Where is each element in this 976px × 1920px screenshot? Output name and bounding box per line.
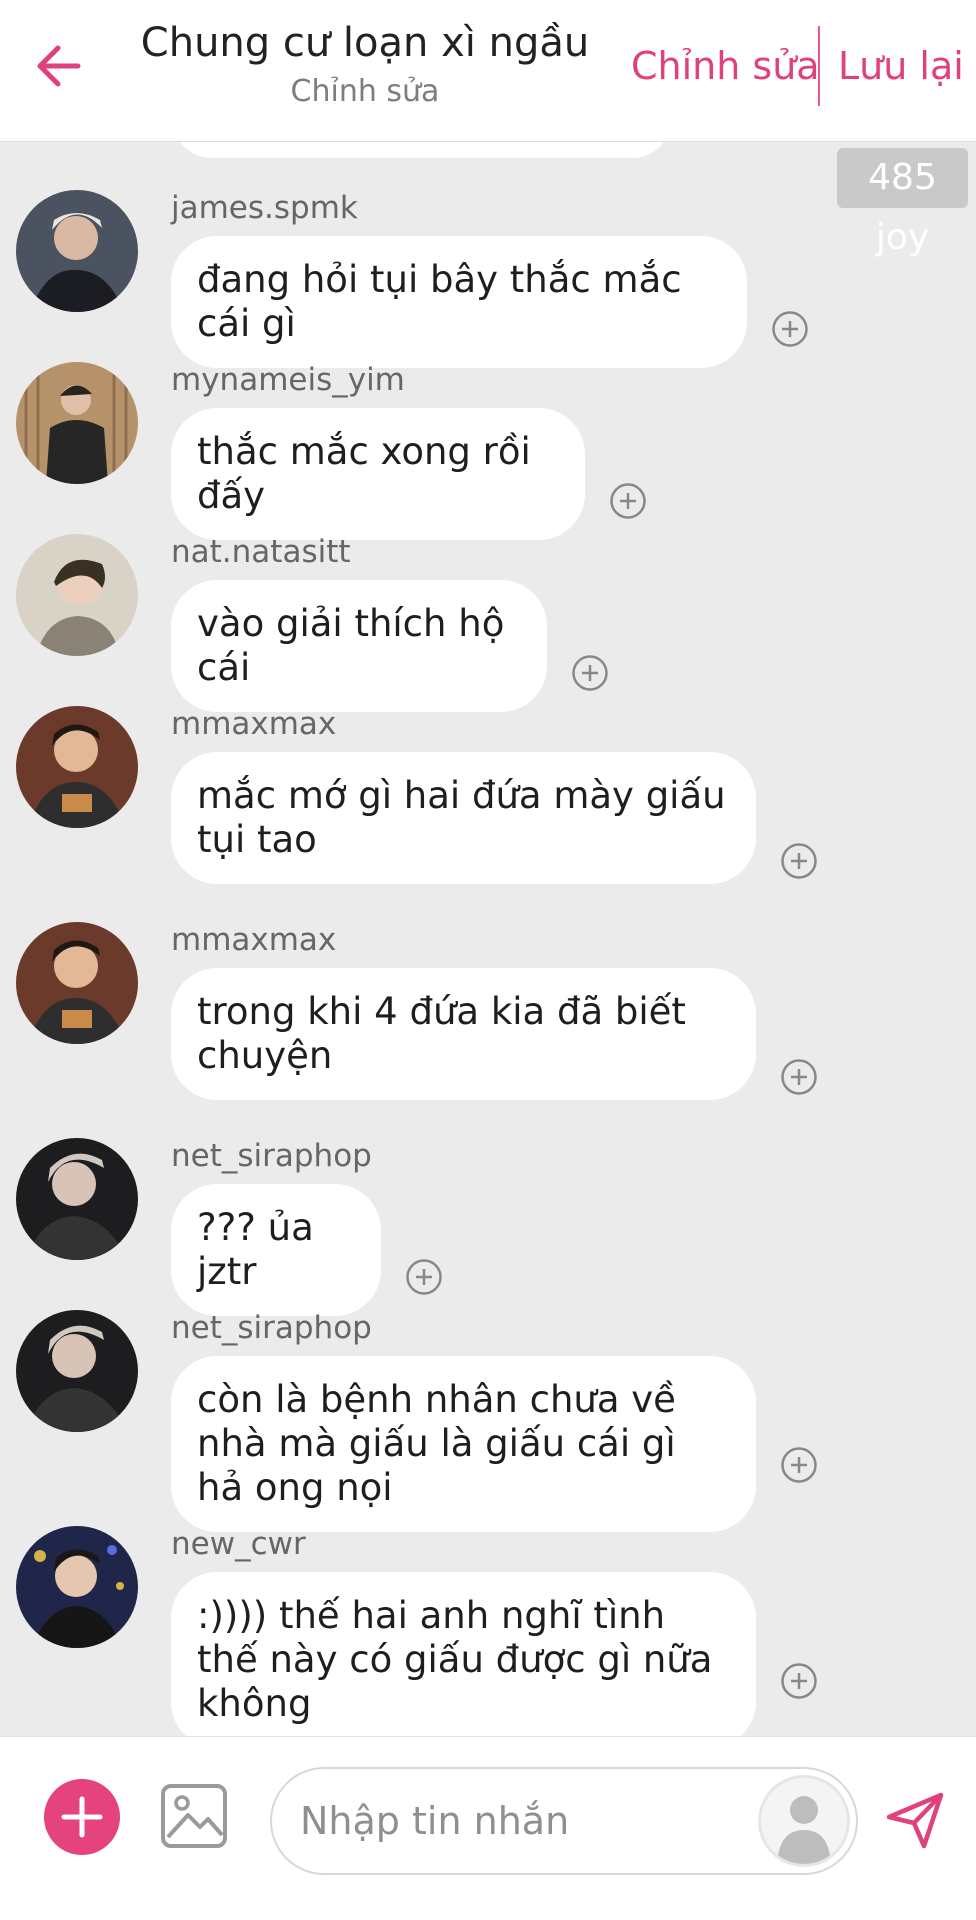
username: nat.natasitt: [171, 534, 351, 570]
message-bubble[interactable]: đang hỏi tụi bây thắc mắc cái gì: [171, 236, 747, 368]
message-input[interactable]: Nhập tin nhắn: [270, 1767, 858, 1875]
joy-badge: 485 joy: [837, 148, 968, 258]
add-reaction-icon[interactable]: [609, 482, 647, 520]
chat-subtitle: Chỉnh sửa: [290, 74, 440, 109]
message-list[interactable]: 485 joy james.spmk đang hỏi tụi bây thắc…: [0, 142, 976, 1736]
chat-header: Chung cư loạn xì ngầu Chỉnh sửa Chỉnh sử…: [0, 0, 976, 142]
username: mmaxmax: [171, 706, 337, 742]
image-icon[interactable]: [160, 1783, 228, 1849]
add-reaction-icon[interactable]: [780, 1446, 818, 1484]
avatar[interactable]: [16, 706, 138, 828]
add-reaction-icon[interactable]: [780, 842, 818, 880]
message-bubble[interactable]: thắc mắc xong rồi đấy: [171, 408, 585, 540]
add-reaction-icon[interactable]: [571, 654, 609, 692]
add-reaction-icon[interactable]: [780, 1662, 818, 1700]
avatar[interactable]: [16, 190, 138, 312]
edit-button[interactable]: Chỉnh sửa: [631, 44, 820, 88]
username: mmaxmax: [171, 922, 337, 958]
username: net_siraphop: [171, 1310, 372, 1346]
chat-title: Chung cư loạn xì ngầu: [140, 20, 590, 66]
persona-avatar-icon[interactable]: [758, 1775, 850, 1867]
message-bubble[interactable]: ??? ủa jztr: [171, 1184, 381, 1316]
username: mynameis_yim: [171, 362, 405, 398]
add-reaction-icon[interactable]: [405, 1258, 443, 1296]
title-block: Chung cư loạn xì ngầu Chỉnh sửa: [130, 20, 600, 109]
message-bubble[interactable]: vào giải thích hộ cái: [171, 580, 547, 712]
username: james.spmk: [171, 190, 358, 226]
avatar[interactable]: [16, 922, 138, 1044]
avatar[interactable]: [16, 1138, 138, 1260]
avatar[interactable]: [16, 1310, 138, 1432]
avatar[interactable]: [16, 534, 138, 656]
message-input-placeholder: Nhập tin nhắn: [300, 1799, 570, 1843]
composer-bar: Nhập tin nhắn: [0, 1736, 976, 1920]
header-divider: [818, 26, 820, 106]
message-bubble[interactable]: :)))) thế hai anh nghĩ tình thế này có g…: [171, 1572, 756, 1736]
send-icon[interactable]: [884, 1789, 946, 1851]
username: net_siraphop: [171, 1138, 372, 1174]
message-bubble[interactable]: trong khi 4 đứa kia đã biết chuyện: [171, 968, 756, 1100]
message-bubble[interactable]: mắc mớ gì hai đứa mày giấu tụi tao: [171, 752, 756, 884]
save-button[interactable]: Lưu lại: [838, 44, 964, 88]
message-bubble[interactable]: còn là bệnh nhân chưa về nhà mà giấu là …: [171, 1356, 756, 1532]
add-reaction-icon[interactable]: [771, 310, 809, 348]
username: new_cwr: [171, 1526, 306, 1562]
add-reaction-icon[interactable]: [780, 1058, 818, 1096]
avatar[interactable]: [16, 362, 138, 484]
previous-message-bubble: [172, 142, 672, 158]
avatar[interactable]: [16, 1526, 138, 1648]
back-arrow-icon[interactable]: [30, 36, 90, 96]
plus-button[interactable]: [44, 1779, 120, 1855]
